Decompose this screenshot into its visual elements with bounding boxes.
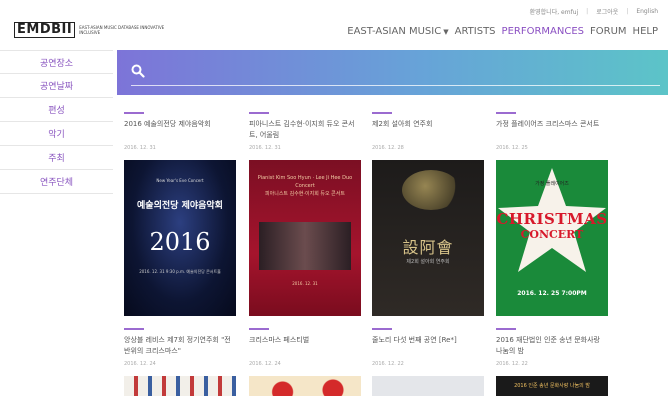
poster-footer: 2016. 12. 31 [292, 281, 318, 286]
search-icon[interactable] [131, 64, 145, 78]
nav-help[interactable]: HELP [633, 26, 658, 37]
poster-header: Pianist Kim Soo Hyun · Lee Ji Hee Duo Co… [249, 174, 361, 198]
card-date: 2016. 12. 24 [124, 361, 156, 367]
welcome-link[interactable]: 환영합니다, emfuj [530, 7, 579, 16]
poster-image[interactable] [372, 376, 484, 396]
card-date: 2016. 12. 22 [372, 361, 404, 367]
card-accent-bar [372, 328, 392, 330]
sidebar-item-host[interactable]: 주최 [0, 146, 113, 170]
sidebar-item-performer[interactable]: 연주단체 [0, 170, 113, 194]
performance-card[interactable]: 제2회 설아회 연주회 2016. 12. 28 [372, 112, 484, 151]
card-title[interactable]: 앙상블 레비스 제7회 정기연주회 "전반위의 크리스마스" [124, 335, 236, 357]
card-accent-bar [496, 112, 516, 114]
poster-image[interactable]: Pianist Kim Soo Hyun · Lee Ji Hee Duo Co… [249, 160, 361, 316]
card-accent-bar [496, 328, 516, 330]
card-title[interactable]: 피아니스트 김수현·이지희 듀오 콘서트, 어울림 [249, 119, 361, 141]
poster-header-en: Pianist Kim Soo Hyun · Lee Ji Hee Duo Co… [257, 175, 353, 189]
card-title[interactable]: 2016 예술의전당 제야음악회 [124, 119, 236, 141]
chevron-down-icon: ▼ [443, 28, 449, 36]
nav-artists[interactable]: ARTISTS [455, 26, 496, 37]
performance-card[interactable]: 줄노리 다섯 번째 공연 [Re*] 2016. 12. 22 [372, 328, 484, 367]
poster-title: 設阿會 [402, 238, 454, 257]
sidebar-item-instrument[interactable]: 악기 [0, 122, 113, 146]
performance-card[interactable]: 크리스마스 페스티벌 2016. 12. 24 [249, 328, 361, 367]
english-link[interactable]: English [636, 8, 658, 15]
card-accent-bar [372, 112, 392, 114]
poster-subtitle: CONCERT [520, 228, 584, 241]
card-date: 2016. 12. 31 [249, 145, 281, 151]
nav-label: EAST-ASIAN MUSIC [347, 26, 442, 37]
nav-performances[interactable]: PERFORMANCES [502, 26, 584, 37]
poster-image[interactable]: 가정 플레이어즈 CHRISTMAS CONCERT 2016. 12. 25 … [496, 160, 608, 316]
sidebar-item-date[interactable]: 공연날짜 [0, 74, 113, 98]
card-accent-bar [124, 112, 144, 114]
filter-sidebar: 공연장소 공연날짜 편성 악기 주최 연주단체 [0, 50, 113, 194]
poster-title: 예술의전당 제야음악회 [137, 201, 223, 211]
card-date: 2016. 12. 31 [124, 145, 156, 151]
divider: | [586, 8, 589, 15]
nav-forum[interactable]: FORUM [590, 26, 627, 37]
logo-subtitle: EAST-ASIAN MUSIC DATABASE INNOVATIVE INC… [79, 25, 165, 35]
card-title[interactable]: 가정 플레이어즈 크리스마스 콘서트 [496, 119, 608, 141]
card-accent-bar [124, 328, 144, 330]
card-date: 2016. 12. 24 [249, 361, 281, 367]
poster-year: 2016 [149, 228, 211, 256]
performance-card[interactable]: 2016 재단법인 인준 송년 문화사랑 나눔의 밤 2016. 12. 22 [496, 328, 608, 367]
site-logo[interactable]: EMDBII EAST-ASIAN MUSIC DATABASE INNOVAT… [14, 22, 169, 38]
performance-card[interactable]: 피아니스트 김수현·이지희 듀오 콘서트, 어울림 2016. 12. 31 [249, 112, 361, 151]
poster-subtitle: 제2회 설아회 연주회 [406, 259, 450, 265]
poster-footer: 2016. 12. 31 9:30 p.m. 예술의전당 콘서트홀 [139, 269, 221, 274]
poster-decoration [402, 170, 460, 210]
logout-link[interactable]: 로그아웃 [596, 7, 618, 16]
card-title[interactable]: 제2회 설아회 연주회 [372, 119, 484, 141]
main-nav: EAST-ASIAN MUSIC ▼ ARTISTS PERFORMANCES F… [341, 26, 658, 37]
performance-card[interactable]: 앙상블 레비스 제7회 정기연주회 "전반위의 크리스마스" 2016. 12.… [124, 328, 236, 367]
nav-east-asian-music[interactable]: EAST-ASIAN MUSIC ▼ [347, 26, 448, 37]
header: 환영합니다, emfuj | 로그아웃 | English EMDBII EAS… [0, 0, 668, 50]
poster-image[interactable] [124, 376, 236, 396]
card-title[interactable]: 줄노리 다섯 번째 공연 [Re*] [372, 335, 484, 357]
card-date: 2016. 12. 28 [372, 145, 404, 151]
poster-caption: 가정 플레이어즈 [535, 181, 569, 187]
card-accent-bar [249, 328, 269, 330]
poster-photo [259, 222, 351, 270]
sidebar-item-venue[interactable]: 공연장소 [0, 50, 113, 74]
poster-image[interactable]: New Year's Eve Concert 예술의전당 제야음악회 2016 … [124, 160, 236, 316]
search-underline [131, 85, 660, 86]
poster-title: CHRISTMAS [496, 210, 608, 228]
performance-card[interactable]: 2016 예술의전당 제야음악회 2016. 12. 31 [124, 112, 236, 151]
sidebar-item-ensemble-type[interactable]: 편성 [0, 98, 113, 122]
card-date: 2016. 12. 25 [496, 145, 528, 151]
logo-mark: EMDBII [14, 22, 76, 38]
divider: | [626, 8, 629, 15]
poster-image[interactable]: 2016 인준 송년 문화사랑 나눔의 밤 [496, 376, 608, 396]
poster-image[interactable] [249, 376, 361, 396]
card-title[interactable]: 크리스마스 페스티벌 [249, 335, 361, 357]
poster-date: 2016. 12. 25 7:00PM [517, 290, 587, 297]
poster-caption: New Year's Eve Concert [156, 178, 204, 183]
performance-card[interactable]: 가정 플레이어즈 크리스마스 콘서트 2016. 12. 25 [496, 112, 608, 151]
poster-header-kr: 피아니스트 김수현·이지희 듀오 콘서트 [265, 191, 345, 197]
card-date: 2016. 12. 22 [496, 361, 528, 367]
card-title[interactable]: 2016 재단법인 인준 송년 문화사랑 나눔의 밤 [496, 335, 608, 357]
search-bar[interactable] [117, 50, 668, 95]
utility-links: 환영합니다, emfuj | 로그아웃 | English [530, 7, 658, 16]
poster-caption: 2016 인준 송년 문화사랑 나눔의 밤 [514, 383, 590, 389]
card-accent-bar [249, 112, 269, 114]
poster-image[interactable]: 設阿會 제2회 설아회 연주회 [372, 160, 484, 316]
